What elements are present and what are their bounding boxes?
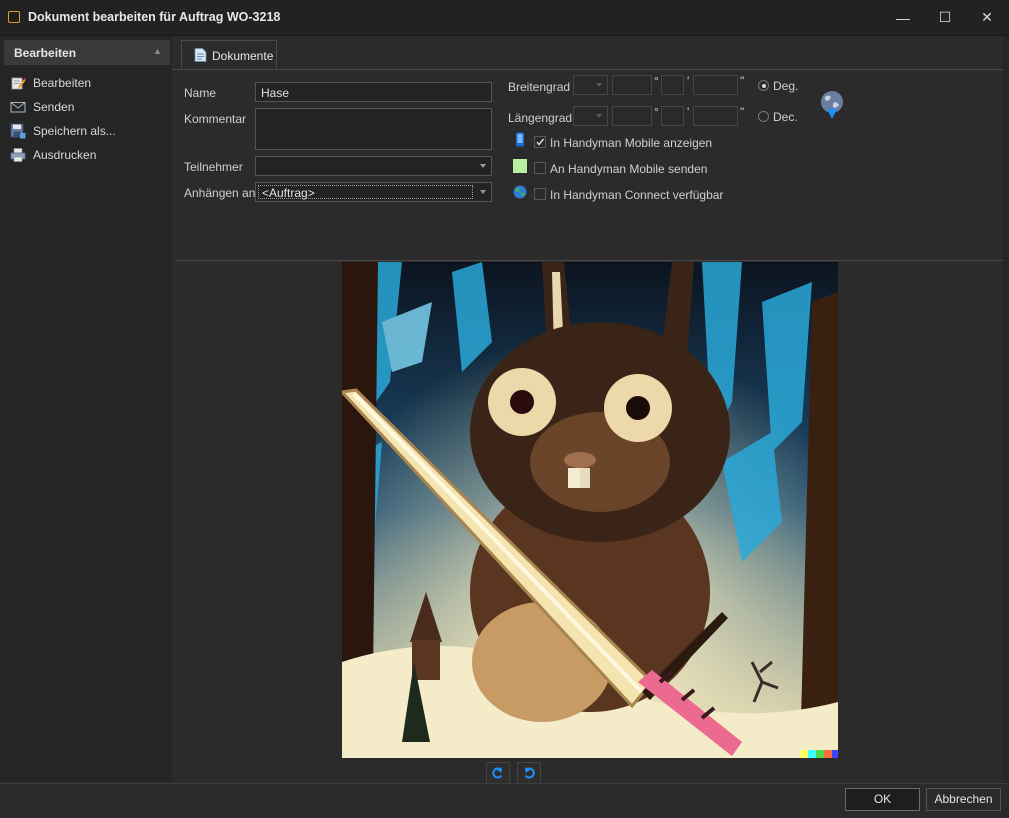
geolocate-globe-icon[interactable] — [818, 89, 846, 121]
edit-icon — [11, 77, 26, 90]
longitude-minutes-input[interactable] — [661, 106, 684, 126]
rotate-left-icon — [492, 767, 503, 779]
send-to-mobile-label: An Handyman Mobile senden — [550, 162, 708, 176]
longitude-label: Längengrad — [508, 111, 573, 125]
name-label: Name — [184, 86, 217, 100]
title-bar: Dokument bearbeiten für Auftrag WO-3218 … — [0, 0, 1009, 36]
sidebar-item-edit[interactable]: Bearbeiten — [4, 72, 170, 94]
deg-radio[interactable] — [758, 80, 769, 91]
longitude-degrees-input[interactable] — [612, 106, 652, 126]
minute-symbol: ' — [687, 74, 690, 88]
degree-symbol: ° — [654, 74, 659, 88]
window-title: Dokument bearbeiten für Auftrag WO-3218 — [28, 10, 281, 24]
ok-button[interactable]: OK — [845, 788, 920, 811]
dec-radio[interactable] — [758, 111, 769, 122]
degree-symbol: ° — [654, 105, 659, 119]
right-edge-panel — [1003, 36, 1009, 783]
participant-label: Teilnehmer — [184, 160, 243, 174]
connect-available-checkbox[interactable] — [534, 188, 546, 200]
show-in-mobile-checkbox[interactable] — [534, 136, 546, 148]
tab-label: Dokumente — [212, 49, 274, 63]
collapse-arrow-icon[interactable]: ▲ — [153, 46, 162, 56]
document-icon — [194, 48, 207, 62]
green-square-icon — [513, 159, 527, 173]
printer-icon — [10, 148, 26, 162]
sidebar-item-send[interactable]: Senden — [4, 96, 170, 118]
latitude-minutes-input[interactable] — [661, 75, 684, 95]
rotate-right-icon — [524, 767, 535, 779]
sidebar-item-save-as[interactable]: Speichern als... — [4, 120, 170, 142]
cancel-button[interactable]: Abbrechen — [926, 788, 1001, 811]
connect-available-label: In Handyman Connect verfügbar — [550, 188, 724, 202]
longitude-direction-select[interactable] — [573, 106, 608, 126]
rabbit-painting-image — [342, 262, 838, 758]
name-value: Hase — [261, 86, 290, 100]
latitude-degrees-input[interactable] — [612, 75, 652, 95]
maximize-button[interactable]: ☐ — [922, 0, 968, 35]
sidebar-item-label: Speichern als... — [33, 124, 116, 138]
attach-label: Anhängen an: — [184, 186, 259, 200]
deg-label: Deg. — [773, 79, 799, 93]
sidebar-item-print[interactable]: Ausdrucken — [4, 144, 170, 166]
document-image-preview — [342, 262, 838, 758]
checkmark-icon — [536, 138, 545, 146]
tab-strip-divider — [172, 69, 1003, 70]
sidebar-header-label: Bearbeiten — [14, 46, 77, 60]
minimize-button[interactable]: — — [880, 0, 926, 35]
rotate-left-button[interactable] — [486, 762, 510, 784]
latitude-label: Breitengrad — [508, 80, 571, 94]
chevron-down-icon — [596, 114, 602, 118]
longitude-seconds-input[interactable] — [693, 106, 738, 126]
sidebar-item-label: Ausdrucken — [33, 148, 97, 162]
app-icon — [8, 11, 20, 23]
comment-label: Kommentar — [184, 112, 247, 126]
rotate-right-button[interactable] — [517, 762, 541, 784]
dec-label: Dec. — [773, 110, 798, 124]
chevron-down-icon — [596, 83, 602, 87]
send-to-mobile-checkbox[interactable] — [534, 162, 546, 174]
name-field[interactable]: Hase — [255, 82, 492, 102]
attach-value: <Auftrag> — [262, 186, 315, 200]
show-in-mobile-label: In Handyman Mobile anzeigen — [550, 136, 713, 150]
globe-icon — [513, 185, 527, 199]
close-button[interactable]: ✕ — [964, 0, 1009, 35]
tab-documents[interactable]: Dokumente — [181, 40, 277, 69]
sidebar-item-label: Senden — [33, 100, 75, 114]
chevron-down-icon — [480, 164, 486, 168]
second-symbol: " — [740, 74, 745, 88]
sidebar-item-label: Bearbeiten — [33, 76, 92, 90]
mobile-phone-icon — [516, 132, 524, 147]
save-icon — [10, 123, 26, 139]
envelope-icon — [10, 102, 26, 113]
chevron-down-icon — [480, 190, 486, 194]
attach-select[interactable]: <Auftrag> — [255, 182, 492, 202]
minute-symbol: ' — [687, 105, 690, 119]
latitude-direction-select[interactable] — [573, 75, 608, 95]
second-symbol: " — [740, 105, 745, 119]
latitude-seconds-input[interactable] — [693, 75, 738, 95]
sidebar-header[interactable]: Bearbeiten ▲ — [4, 40, 170, 65]
comment-field[interactable] — [255, 108, 492, 150]
participant-select[interactable] — [255, 156, 492, 176]
